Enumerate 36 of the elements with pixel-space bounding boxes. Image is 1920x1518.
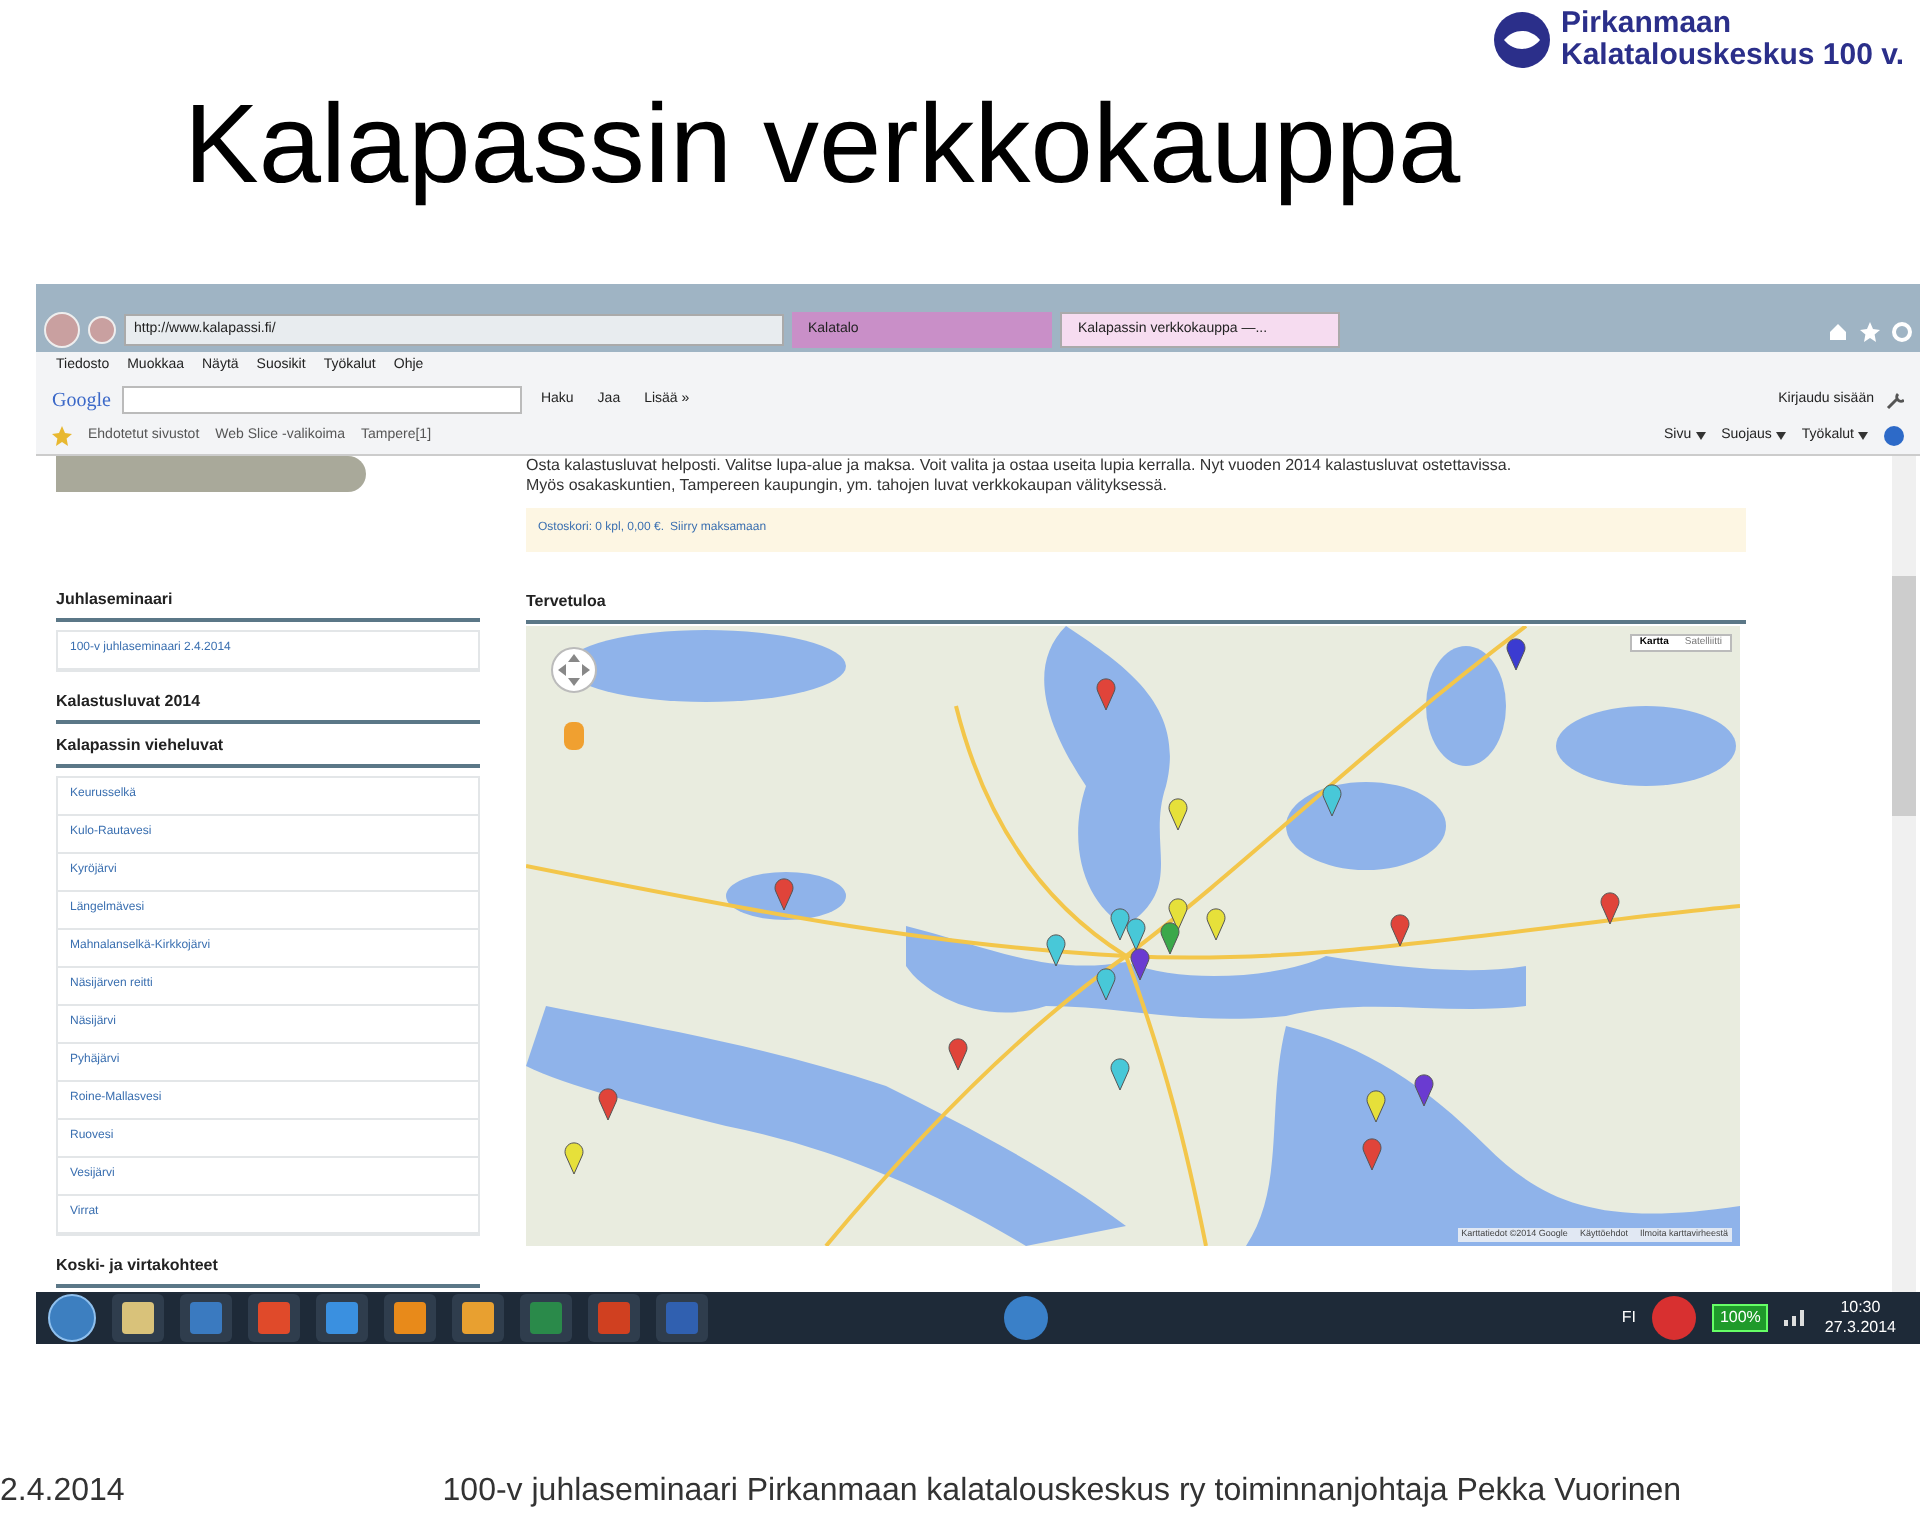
clock-time: 10:30	[1840, 1297, 1881, 1318]
sidebar-heading: Juhlaseminaari	[56, 581, 480, 622]
battery-indicator[interactable]: 100%	[1711, 1303, 1769, 1332]
taskbar-app-icon[interactable]	[520, 1293, 572, 1342]
forward-button[interactable]	[88, 316, 116, 345]
logo-text: Kalatalouskeskus 100 v.	[1561, 40, 1904, 72]
taskbar-app-icon[interactable]	[112, 1293, 164, 1342]
taskbar-app-icon[interactable]	[248, 1293, 300, 1342]
footer-date: 2.4.2014	[0, 1472, 125, 1512]
caret-icon	[1695, 432, 1706, 441]
sidebar-heading: Kalapassin vieheluvat	[56, 727, 480, 768]
clock-date: 27.3.2014	[1824, 1317, 1896, 1338]
start-button[interactable]	[48, 1293, 96, 1342]
sidebar-heading: Koski- ja virtakohteet	[56, 1247, 480, 1288]
language-indicator[interactable]: FI	[1621, 1305, 1636, 1330]
back-button[interactable]	[44, 312, 80, 349]
star-icon[interactable]	[1860, 322, 1880, 343]
taskbar-app-icon[interactable]	[452, 1293, 504, 1342]
caret-icon	[1775, 432, 1786, 441]
logo-text: Pirkanmaan	[1561, 8, 1734, 40]
favorites-star-icon[interactable]	[52, 426, 72, 447]
taskbar-app-icon[interactable]	[384, 1293, 436, 1342]
google-logo: Google	[52, 387, 111, 416]
sidebar-heading: Kalastusluvat 2014	[56, 683, 480, 724]
signal-icon[interactable]	[1784, 1308, 1809, 1327]
caret-icon	[1858, 432, 1868, 441]
search-field[interactable]	[122, 386, 523, 415]
slide-title: Kalapassin verkkokauppa	[184, 80, 1461, 208]
logo-icon	[1493, 12, 1549, 68]
wrench-icon[interactable]	[1886, 391, 1904, 410]
scrollbar[interactable]	[1892, 455, 1916, 1292]
intro-text: Myös osakaskuntien, Tampereen kaupungin, ym. tahojen luvat verkkokaupan välityksessä.	[526, 475, 1169, 496]
home-icon[interactable]	[1828, 322, 1848, 343]
footer-caption: 100-v juhlaseminaari Pirkanmaan kalatalouskeskus ry toiminnanjohtaja Pekka Vuorinen	[442, 1472, 1682, 1512]
intro-text: Osta kalastusluvat helposti. Valitse lupa-alue ja maksa. Voit valita ja ostaa useita lupia kerralla. Nyt vuoden 2014 kalastusluvat ostettavissa.	[526, 455, 1514, 476]
taskbar-app-icon[interactable]	[316, 1293, 368, 1342]
